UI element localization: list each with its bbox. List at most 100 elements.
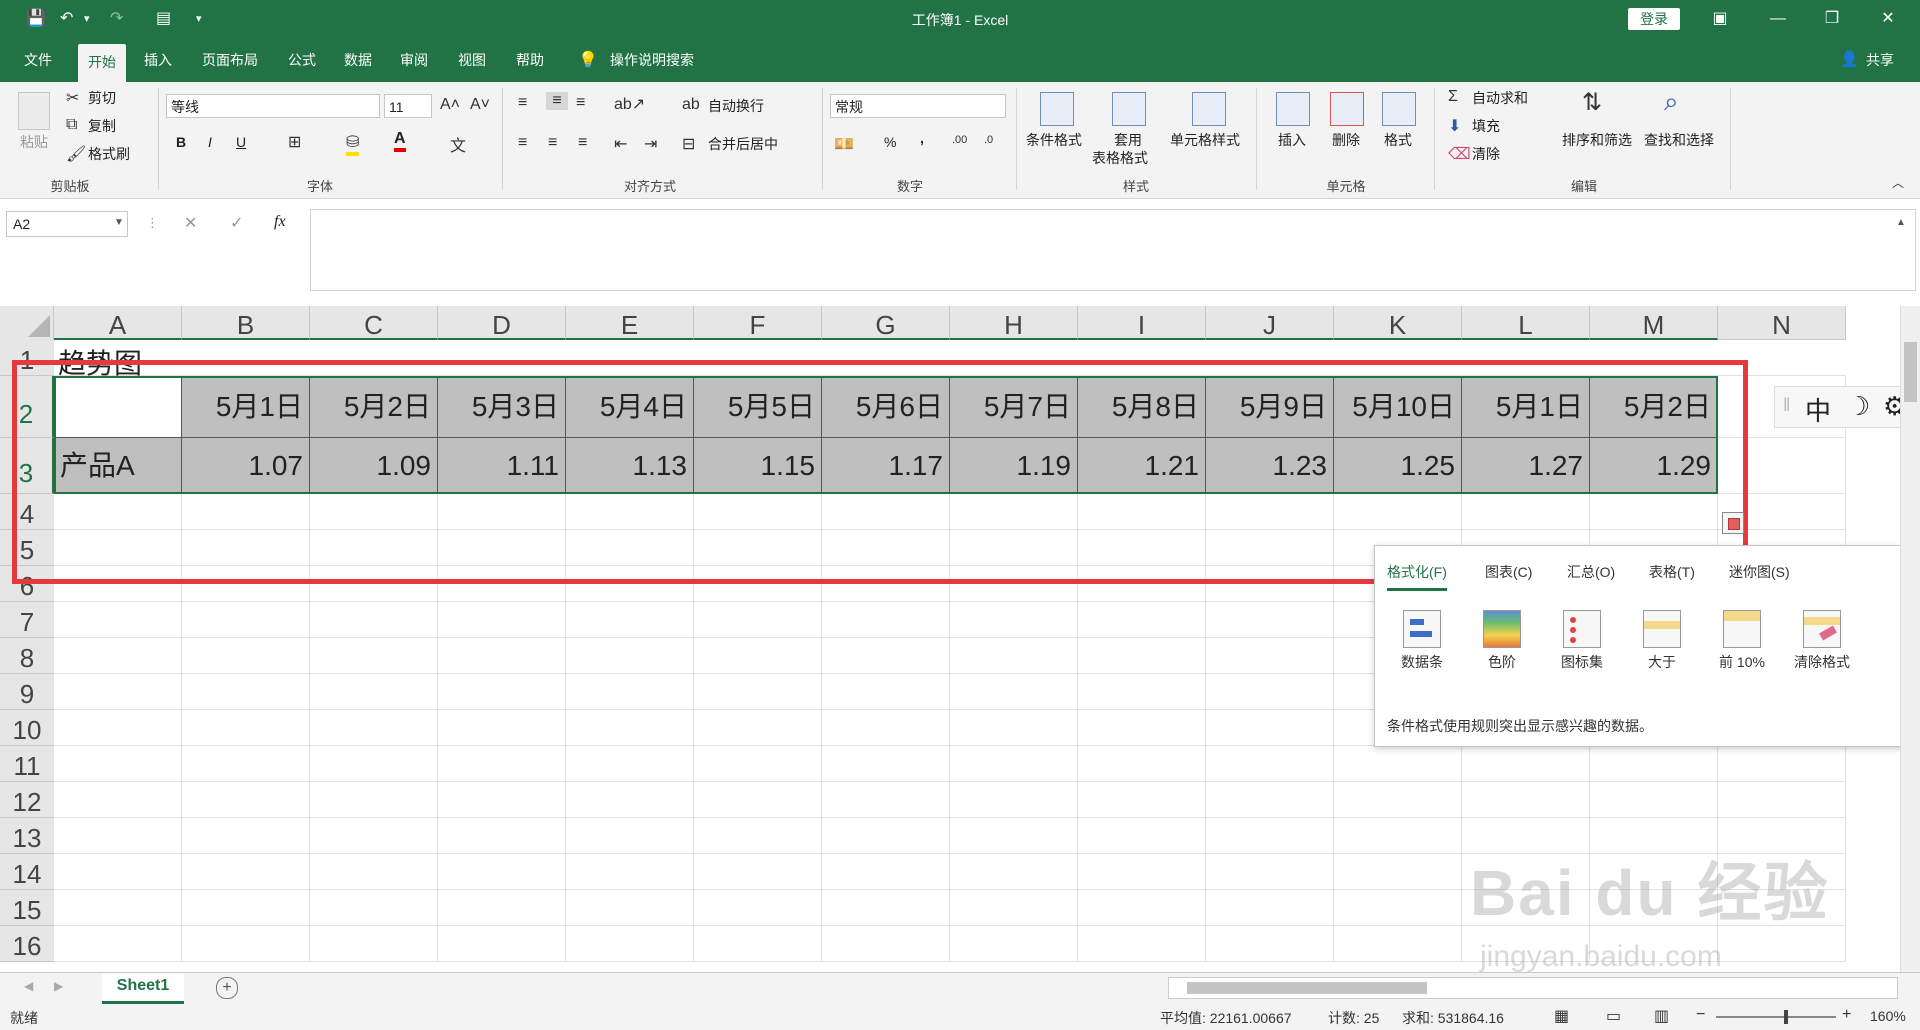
grid-cell[interactable] <box>566 494 694 530</box>
grid-cell[interactable] <box>566 638 694 674</box>
horizontal-scroll-thumb[interactable] <box>1187 982 1427 994</box>
grid-cell[interactable] <box>822 782 950 818</box>
grid-cell[interactable] <box>1206 710 1334 746</box>
grid-cell[interactable] <box>1206 782 1334 818</box>
close-button[interactable]: ✕ <box>1866 4 1910 34</box>
next-sheet-icon[interactable]: ▶ <box>54 979 63 993</box>
grid-cell[interactable] <box>694 890 822 926</box>
grid-cell[interactable] <box>1078 782 1206 818</box>
cell-g2[interactable]: 5月6日 <box>822 376 950 438</box>
grid-cell[interactable] <box>1590 926 1718 962</box>
borders-icon[interactable]: ⊞ <box>288 132 301 152</box>
cell-e2[interactable]: 5月4日 <box>566 376 694 438</box>
grid-cell[interactable] <box>950 638 1078 674</box>
tell-me-search[interactable]: 操作说明搜索 <box>600 38 704 82</box>
grid-cell[interactable] <box>54 710 182 746</box>
row-header-2[interactable]: 2 <box>0 376 54 438</box>
row-header-8[interactable]: 8 <box>0 638 54 674</box>
grid-cell[interactable] <box>950 710 1078 746</box>
cell-k3[interactable]: 1.25 <box>1334 438 1462 494</box>
row-header-3[interactable]: 3 <box>0 438 54 494</box>
percent-button[interactable]: % <box>884 134 896 150</box>
grid-cell[interactable] <box>566 530 694 566</box>
grid-cell[interactable] <box>1462 890 1590 926</box>
grid-cell[interactable] <box>822 890 950 926</box>
insert-function-icon[interactable]: fx <box>274 213 286 231</box>
grid-cell[interactable] <box>694 818 822 854</box>
table-format-button-line1[interactable]: 套用 <box>1114 130 1142 150</box>
grid-cell[interactable] <box>182 494 310 530</box>
tab-formulas[interactable]: 公式 <box>278 38 326 82</box>
tab-view[interactable]: 视图 <box>448 38 496 82</box>
grid-cell[interactable] <box>438 710 566 746</box>
copy-button[interactable]: 复制 <box>88 116 116 136</box>
vertical-scrollbar[interactable] <box>1900 306 1920 972</box>
phonetic-icon[interactable]: 文 <box>450 132 466 156</box>
find-select-button[interactable]: 查找和选择 <box>1644 130 1714 150</box>
grid-cell[interactable] <box>182 890 310 926</box>
tab-page-layout[interactable]: 页面布局 <box>192 38 268 82</box>
column-header-h[interactable]: H <box>950 306 1078 340</box>
cell-h2[interactable]: 5月7日 <box>950 376 1078 438</box>
grid-cell[interactable] <box>950 602 1078 638</box>
grid-cell[interactable] <box>1078 818 1206 854</box>
grid-cell[interactable] <box>438 818 566 854</box>
grid-cell[interactable] <box>438 340 566 376</box>
grid-cell[interactable] <box>566 818 694 854</box>
table-format-button-line2[interactable]: 表格格式 <box>1092 148 1148 168</box>
grid-cell[interactable] <box>1590 340 1718 376</box>
fill-button[interactable]: 填充 <box>1472 116 1500 136</box>
tab-file[interactable]: 文件 <box>14 38 62 82</box>
number-format-select[interactable]: 常规 <box>830 94 1006 118</box>
increase-font-icon[interactable]: A˄ <box>440 96 460 114</box>
grid-cell[interactable] <box>1206 602 1334 638</box>
orientation-icon[interactable]: ab↗ <box>614 94 645 114</box>
row-header-16[interactable]: 16 <box>0 926 54 962</box>
qa-tab-formatting[interactable]: 格式化(F) <box>1387 562 1447 591</box>
column-header-a[interactable]: A <box>54 306 182 340</box>
qa-greater-than[interactable]: 大于 <box>1627 610 1697 672</box>
grid-cell[interactable] <box>950 746 1078 782</box>
grid-cell[interactable] <box>694 530 822 566</box>
zoom-slider[interactable] <box>1716 1016 1836 1018</box>
cell-j2[interactable]: 5月9日 <box>1206 376 1334 438</box>
grid-cell[interactable] <box>1078 746 1206 782</box>
grid-cell[interactable] <box>54 926 182 962</box>
sheet-tab-sheet1[interactable]: Sheet1 <box>102 973 184 1004</box>
add-sheet-button[interactable]: + <box>216 977 238 999</box>
cut-button[interactable]: 剪切 <box>88 88 116 108</box>
login-button[interactable]: 登录 <box>1628 8 1680 30</box>
grid-cell[interactable] <box>182 602 310 638</box>
autosum-button[interactable]: 自动求和 <box>1472 88 1528 108</box>
bold-button[interactable]: B <box>176 134 186 150</box>
grid-cell[interactable] <box>310 782 438 818</box>
grid-cell[interactable] <box>182 530 310 566</box>
grid-cell[interactable] <box>1078 890 1206 926</box>
italic-button[interactable]: I <box>208 134 212 150</box>
grid-cell[interactable] <box>182 818 310 854</box>
cell-m3[interactable]: 1.29 <box>1590 438 1718 494</box>
increase-decimal-icon[interactable]: .00 <box>952 134 967 146</box>
grid-cell[interactable] <box>1206 530 1334 566</box>
grid-cell[interactable] <box>182 710 310 746</box>
column-header-m[interactable]: M <box>1590 306 1718 340</box>
underline-button[interactable]: U <box>236 134 246 150</box>
column-header-l[interactable]: L <box>1462 306 1590 340</box>
grid-cell[interactable] <box>1462 494 1590 530</box>
grid-cell[interactable] <box>1590 854 1718 890</box>
grid-cell[interactable] <box>1334 746 1462 782</box>
format-cells-button[interactable]: 格式 <box>1384 130 1412 150</box>
comma-button[interactable]: , <box>920 130 924 146</box>
cell-h3[interactable]: 1.19 <box>950 438 1078 494</box>
align-middle-icon[interactable]: ≡ <box>546 92 568 110</box>
grid-cell[interactable] <box>566 854 694 890</box>
grid-cell[interactable] <box>1078 926 1206 962</box>
row-header-4[interactable]: 4 <box>0 494 54 530</box>
grid-cell[interactable] <box>1334 854 1462 890</box>
tab-insert[interactable]: 插入 <box>134 38 182 82</box>
grid-cell[interactable] <box>182 926 310 962</box>
grid-cell[interactable] <box>1590 494 1718 530</box>
column-header-d[interactable]: D <box>438 306 566 340</box>
grid-cell[interactable] <box>1078 674 1206 710</box>
grid-cell[interactable] <box>54 818 182 854</box>
